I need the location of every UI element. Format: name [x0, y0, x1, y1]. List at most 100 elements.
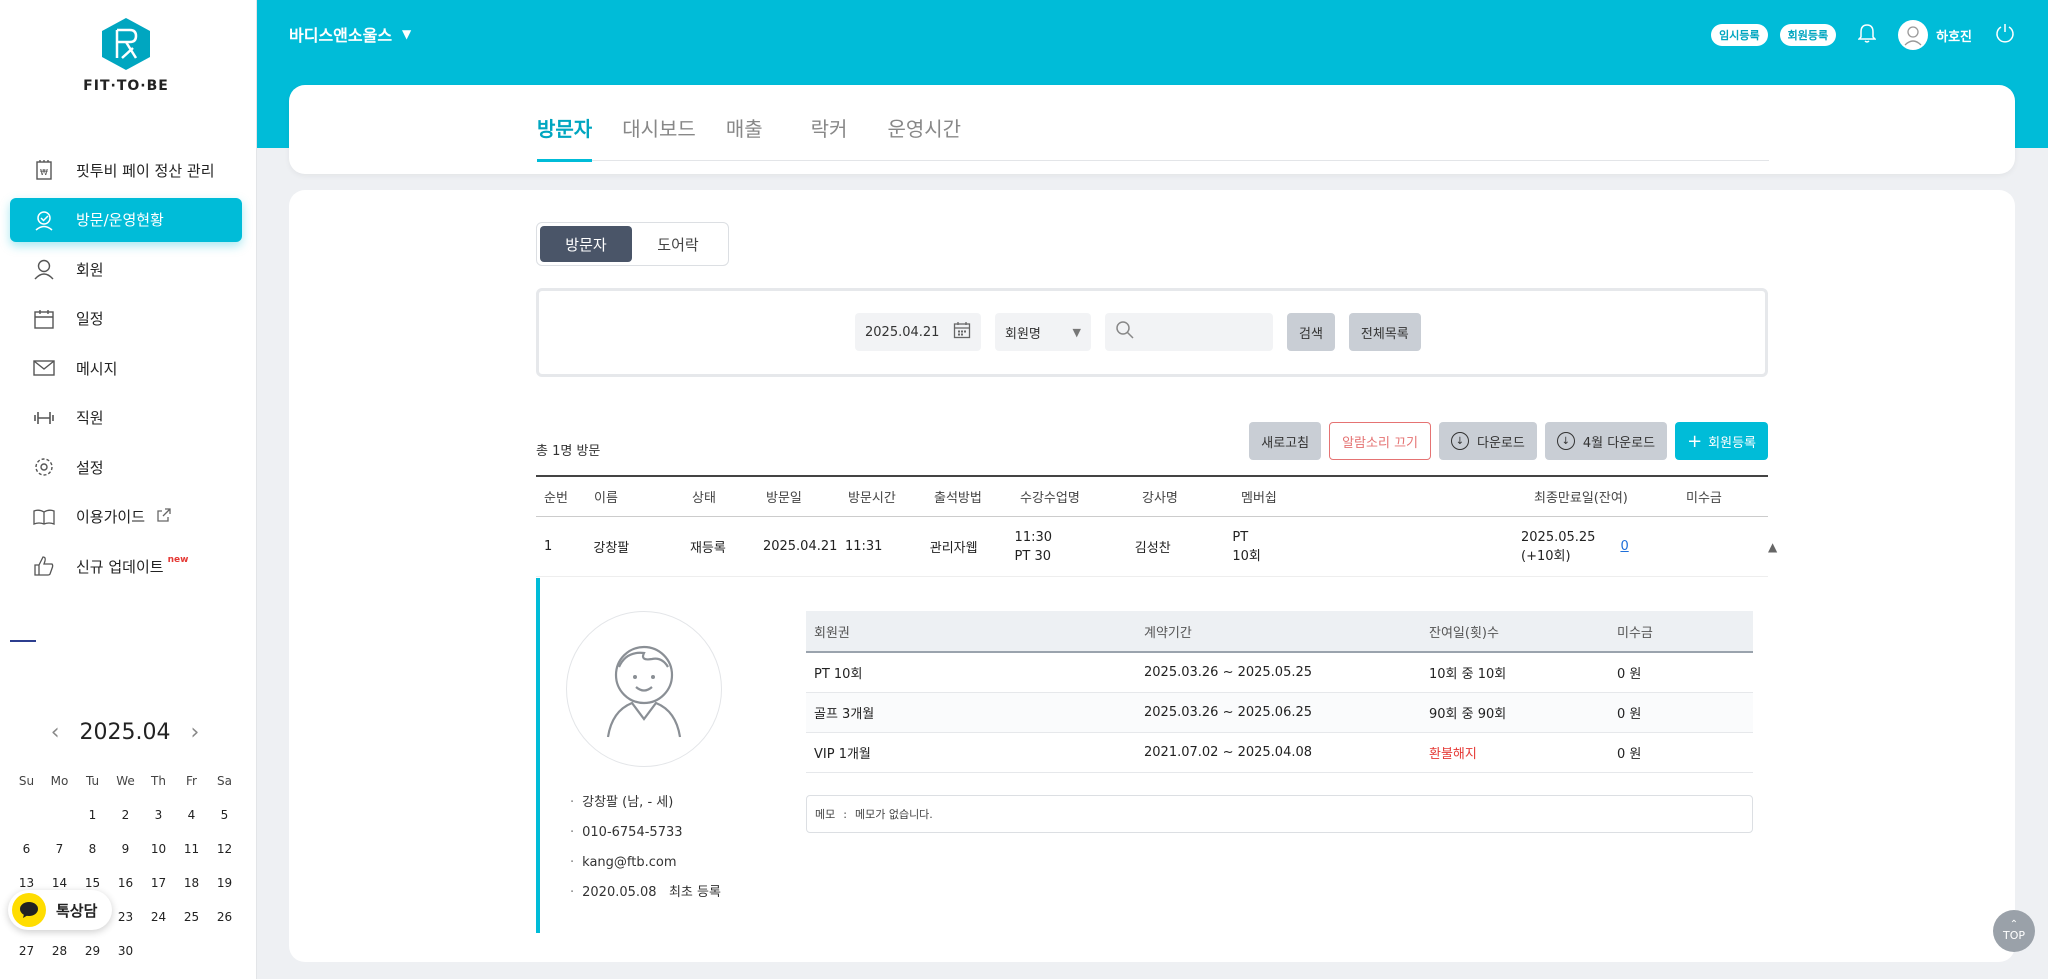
user-avatar[interactable]: [1898, 20, 1929, 50]
calendar-day[interactable]: 9: [109, 832, 142, 866]
sidebar-nav: ₩ 핏투비 페이 정산 관리 방문/운영현황 회원 일정 메시지 직원 설정 이…: [10, 148, 242, 594]
sidebar-item-schedule[interactable]: 일정: [10, 297, 242, 341]
prev-month-icon[interactable]: ‹: [51, 720, 60, 745]
sidebar-item-members[interactable]: 회원: [10, 247, 242, 291]
sidebar-item-settings[interactable]: 설정: [10, 445, 242, 489]
calendar-day[interactable]: 27: [10, 934, 43, 968]
calendar-day[interactable]: 8: [76, 832, 109, 866]
caret-down-icon: ▼: [402, 27, 412, 41]
col-visit-date: 방문일: [766, 491, 802, 506]
download-icon: ↓: [1556, 432, 1575, 450]
search-field-select[interactable]: 회원명 ▼: [995, 313, 1091, 351]
col-remain: 잔여일(횟)수: [1429, 625, 1499, 641]
tab-locker[interactable]: 락커: [811, 113, 848, 161]
bell-icon[interactable]: [1857, 23, 1877, 47]
col-pass: 회원권: [814, 625, 850, 641]
sidebar-item-visit-status[interactable]: 방문/운영현황: [10, 197, 242, 242]
calendar-day[interactable]: 19: [208, 866, 241, 900]
next-month-icon[interactable]: ›: [190, 720, 199, 745]
sidebar-item-updates[interactable]: 신규 업데이트 new: [10, 544, 242, 588]
calendar-day[interactable]: 18: [175, 866, 208, 900]
table-row[interactable]: 골프 3개월 2025.03.26 ~ 2025.06.25 90회 중 90회…: [806, 693, 1753, 733]
calendar-day[interactable]: 29: [76, 934, 109, 968]
date-picker[interactable]: 2025.04.21: [855, 313, 981, 351]
weekday-label: Mo: [50, 774, 69, 788]
table-row[interactable]: 1 강창팔 재등록 2025.04.21 11:31 관리자웹 11:30 PT…: [536, 517, 1777, 577]
mute-alarm-button[interactable]: 알람소리 끄기: [1329, 422, 1431, 460]
sidebar-item-label: 핏투비 페이 정산 관리: [76, 161, 215, 180]
table-row[interactable]: VIP 1개월 2021.07.02 ~ 2025.04.08 환불해지 0 원: [806, 733, 1753, 773]
tab-visitors[interactable]: 방문자: [537, 113, 593, 162]
temp-register-button[interactable]: 임시등록: [1711, 24, 1768, 46]
download-icon: ↓: [1451, 432, 1469, 450]
sidebar-item-staff[interactable]: 직원: [10, 396, 242, 440]
calendar-empty: [43, 798, 76, 832]
calendar-empty: [175, 934, 208, 968]
calendar-day[interactable]: 12: [208, 832, 241, 866]
month-download-button[interactable]: ↓ 4월 다운로드: [1544, 422, 1668, 460]
membership-pass-table: 회원권 계약기간 잔여일(횟)수 미수금 PT 10회 2025.03.26 ~…: [806, 611, 1753, 773]
pass-unpaid: 0 원: [1617, 707, 1642, 722]
table-row[interactable]: PT 10회 2025.03.26 ~ 2025.05.25 10회 중 10회…: [806, 653, 1753, 693]
segment-door-lock[interactable]: 도어락: [632, 226, 724, 262]
calendar-day[interactable]: 17: [142, 866, 175, 900]
calendar-day[interactable]: 25: [175, 900, 208, 934]
visit-table-header: 순번 이름 상태 방문일 방문시간 출석방법 수강수업명 강사명 멤버쉽 최종만…: [536, 475, 1768, 517]
sidebar-item-messages[interactable]: 메시지: [10, 346, 242, 390]
refresh-button[interactable]: 새로고침: [1249, 422, 1322, 460]
calendar-day[interactable]: 23: [109, 900, 142, 934]
kakao-chat-button[interactable]: 톡상담: [8, 890, 112, 930]
calendar-day[interactable]: 4: [175, 798, 208, 832]
search-button[interactable]: 검색: [1287, 313, 1335, 351]
calendar-day[interactable]: 7: [43, 832, 76, 866]
register-member-button[interactable]: + 회원등록: [1675, 422, 1768, 460]
fittobe-logo[interactable]: FIT·TO·BE: [80, 16, 172, 94]
segment-visitor[interactable]: 방문자: [540, 226, 632, 262]
center-selector[interactable]: 바디스앤소울스 ▼: [289, 22, 411, 46]
calendar-day[interactable]: 30: [109, 934, 142, 968]
search-panel: 2025.04.21 회원명 ▼ 검색 전체목록: [536, 288, 1768, 377]
tab-sales[interactable]: 매출: [726, 113, 763, 161]
tab-operating-hours[interactable]: 운영시간: [887, 113, 961, 161]
search-input[interactable]: [1105, 313, 1273, 351]
weekday-label: Sa: [217, 774, 232, 788]
calendar-day[interactable]: 5: [208, 798, 241, 832]
plus-icon: +: [1687, 430, 1703, 452]
calendar-day[interactable]: 11: [175, 832, 208, 866]
pass-period: 2021.07.02 ~ 2025.04.08: [1144, 745, 1313, 760]
sidebar-item-pay[interactable]: ₩ 핏투비 페이 정산 관리: [10, 148, 242, 192]
power-icon[interactable]: [1994, 22, 2016, 48]
calendar-day[interactable]: 10: [142, 832, 175, 866]
book-icon: [32, 505, 56, 529]
pass-period: 2025.03.26 ~ 2025.06.25: [1144, 705, 1313, 720]
download-button[interactable]: ↓ 다운로드: [1439, 422, 1537, 460]
unpaid-link[interactable]: 0: [1620, 537, 1628, 556]
main-card: 방문자 도어락 2025.04.21 회원명 ▼ 검색 전체목록 총 1명 방문…: [289, 190, 2015, 962]
weekday-label: Tu: [85, 774, 100, 788]
memo-label: 메모: [815, 808, 836, 821]
logo-hexagon-icon: [102, 18, 150, 70]
scroll-top-button[interactable]: ⌃ TOP: [1993, 910, 2035, 952]
member-first-register: 2020.05.08 최초 등록: [570, 878, 721, 908]
calendar-day[interactable]: 3: [142, 798, 175, 832]
calendar-day[interactable]: 2: [109, 798, 142, 832]
member-detail-panel: 강창팔 (남, - 세) 010-6754-5733 kang@ftb.com …: [536, 578, 1768, 933]
collapse-arrow-icon[interactable]: ▲: [1722, 540, 1777, 554]
member-register-button[interactable]: 회원등록: [1779, 24, 1837, 46]
cell-trainer: 김성찬: [1134, 541, 1171, 556]
calendar-day[interactable]: 1: [76, 798, 109, 832]
calendar-day[interactable]: 28: [43, 934, 76, 968]
member-phone: 010-6754-5733: [570, 818, 721, 848]
new-badge: new: [167, 555, 189, 565]
sidebar-item-label: 이용가이드: [76, 508, 146, 526]
sidebar-item-guide[interactable]: 이용가이드: [10, 495, 242, 539]
tab-dashboard[interactable]: 대시보드: [622, 113, 696, 161]
calendar-day[interactable]: 26: [208, 900, 241, 934]
all-list-button[interactable]: 전체목록: [1348, 313, 1421, 351]
main-tabs: 방문자 대시보드 매출 락커 운영시간: [537, 113, 1769, 162]
memo-field[interactable]: 메모 : 메모가 없습니다.: [806, 795, 1753, 833]
calendar-day[interactable]: 6: [10, 832, 43, 866]
class-name: PT 30: [1014, 548, 1052, 564]
calendar-day[interactable]: 16: [109, 866, 142, 900]
calendar-day[interactable]: 24: [142, 900, 175, 934]
